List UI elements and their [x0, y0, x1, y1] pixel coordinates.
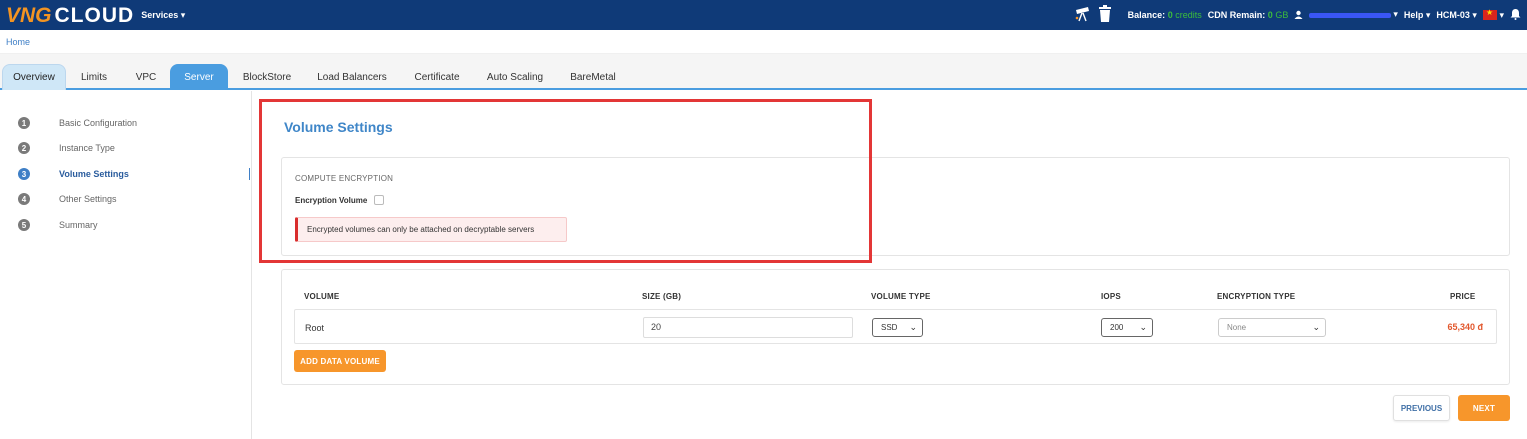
encryption-volume-row: Encryption Volume: [295, 195, 385, 205]
col-iops: IOPS: [1101, 292, 1121, 301]
col-volume: VOLUME: [304, 292, 340, 301]
step-number: 3: [18, 168, 30, 180]
col-volume-type: VOLUME TYPE: [871, 292, 931, 301]
language-caret: ▾: [1499, 9, 1504, 20]
next-button[interactable]: NEXT: [1458, 395, 1510, 421]
step-other-settings[interactable]: 4 Other Settings: [18, 191, 117, 207]
tab-load-balancers[interactable]: Load Balancers: [310, 64, 394, 90]
balance-unit: credits: [1175, 10, 1202, 20]
balance-info: Balance: 0 credits: [1128, 10, 1202, 20]
tab-blockstore[interactable]: BlockStore: [236, 64, 298, 90]
active-step-marker: [249, 168, 250, 180]
tab-certificate[interactable]: Certificate: [406, 64, 468, 90]
step-volume-settings[interactable]: 3 Volume Settings: [18, 166, 129, 182]
compute-encryption-panel: COMPUTE ENCRYPTION Encryption Volume Enc…: [281, 157, 1510, 256]
chevron-down-icon: ⌄: [1312, 322, 1320, 332]
alert-text: Encrypted volumes can only be attached o…: [307, 225, 535, 234]
top-navbar: VNG CLOUD Services ▾ Balance: 0 credits …: [0, 0, 1527, 30]
vng-cloud-logo[interactable]: VNG CLOUD: [6, 5, 134, 26]
iops-value: 200: [1110, 323, 1124, 332]
cdn-unit: GB: [1275, 10, 1289, 20]
cdn-value: 0: [1267, 10, 1273, 20]
volume-name: Root: [305, 323, 325, 333]
tab-baremetal[interactable]: BareMetal: [562, 64, 624, 90]
iops-select[interactable]: 200 ⌄: [1101, 318, 1153, 337]
step-label: Instance Type: [59, 143, 115, 153]
col-price: PRICE: [1450, 292, 1476, 301]
step-number: 2: [18, 142, 30, 154]
encryption-type-select[interactable]: None ⌄: [1218, 318, 1326, 337]
region-menu[interactable]: HCM-03 ▾: [1436, 10, 1477, 21]
bell-icon[interactable]: [1510, 8, 1521, 22]
page-title: Volume Settings: [284, 119, 393, 135]
table-row: Root 20 SSD ⌄ 200 ⌄ None ⌄ 65,340 đ: [294, 309, 1497, 344]
step-label: Volume Settings: [59, 169, 129, 179]
services-menu[interactable]: Services ▾: [141, 10, 185, 21]
step-label: Basic Configuration: [59, 118, 138, 128]
add-data-volume-button[interactable]: ADD DATA VOLUME: [294, 350, 386, 372]
volume-price: 65,340 đ: [1447, 322, 1483, 332]
chevron-down-icon: ⌄: [909, 322, 917, 332]
logo-vng-text: VNG: [6, 3, 52, 27]
logo-cloud-text: CLOUD: [54, 3, 135, 27]
volume-type-value: SSD: [881, 323, 898, 332]
step-label: Other Settings: [59, 194, 117, 204]
tab-server[interactable]: Server: [170, 64, 228, 90]
step-number: 5: [18, 219, 30, 231]
step-number: 1: [18, 117, 30, 129]
tab-auto-scaling[interactable]: Auto Scaling: [480, 64, 550, 90]
cdn-label: CDN Remain:: [1207, 10, 1266, 20]
size-input[interactable]: 20: [643, 317, 853, 338]
telescope-icon[interactable]: [1074, 6, 1092, 24]
step-basic-configuration[interactable]: 1 Basic Configuration: [18, 115, 137, 131]
col-encryption-type: ENCRYPTION TYPE: [1217, 292, 1296, 301]
user-menu[interactable]: ▾: [1294, 9, 1398, 20]
wizard-steps-sidebar: 1 Basic Configuration 2 Instance Type 3 …: [0, 91, 252, 439]
compute-encryption-heading: COMPUTE ENCRYPTION: [295, 174, 394, 183]
tab-vpc[interactable]: VPC: [128, 64, 164, 90]
chevron-down-icon: ⌄: [1139, 322, 1147, 332]
balance-label: Balance:: [1127, 10, 1166, 20]
volume-table-panel: VOLUME SIZE (GB) VOLUME TYPE IOPS ENCRYP…: [281, 269, 1510, 385]
tab-limits[interactable]: Limits: [74, 64, 114, 90]
top-right-toolbar: Balance: 0 credits CDN Remain: 0 GB ▾ He…: [1074, 0, 1527, 30]
user-icon: [1294, 10, 1303, 21]
user-email-redacted: [1308, 12, 1391, 18]
previous-button[interactable]: PREVIOUS: [1393, 395, 1450, 421]
step-instance-type[interactable]: 2 Instance Type: [18, 140, 115, 156]
language-menu[interactable]: ▾: [1482, 8, 1504, 21]
trash-icon[interactable]: [1098, 5, 1112, 25]
encryption-type-value: None: [1227, 323, 1247, 332]
breadcrumb-home-link[interactable]: Home: [6, 37, 30, 47]
encryption-volume-label: Encryption Volume: [295, 195, 368, 205]
step-number: 4: [18, 193, 30, 205]
balance-value: 0: [1167, 10, 1173, 20]
cdn-info: CDN Remain: 0 GB: [1208, 10, 1289, 20]
step-summary[interactable]: 5 Summary: [18, 217, 98, 233]
encryption-warning-alert: Encrypted volumes can only be attached o…: [295, 217, 567, 242]
service-tabs: Overview Limits VPC Server BlockStore Lo…: [0, 54, 1527, 90]
step-label: Summary: [59, 220, 98, 230]
tab-overview[interactable]: Overview: [2, 64, 66, 90]
help-menu[interactable]: Help ▾: [1404, 10, 1431, 21]
breadcrumb: Home: [0, 30, 1527, 54]
encryption-volume-checkbox[interactable]: [374, 195, 385, 205]
vietnam-flag-icon: [1482, 8, 1497, 21]
col-size: SIZE (GB): [642, 292, 682, 301]
user-caret: ▾: [1393, 9, 1398, 20]
volume-type-select[interactable]: SSD ⌄: [872, 318, 923, 337]
